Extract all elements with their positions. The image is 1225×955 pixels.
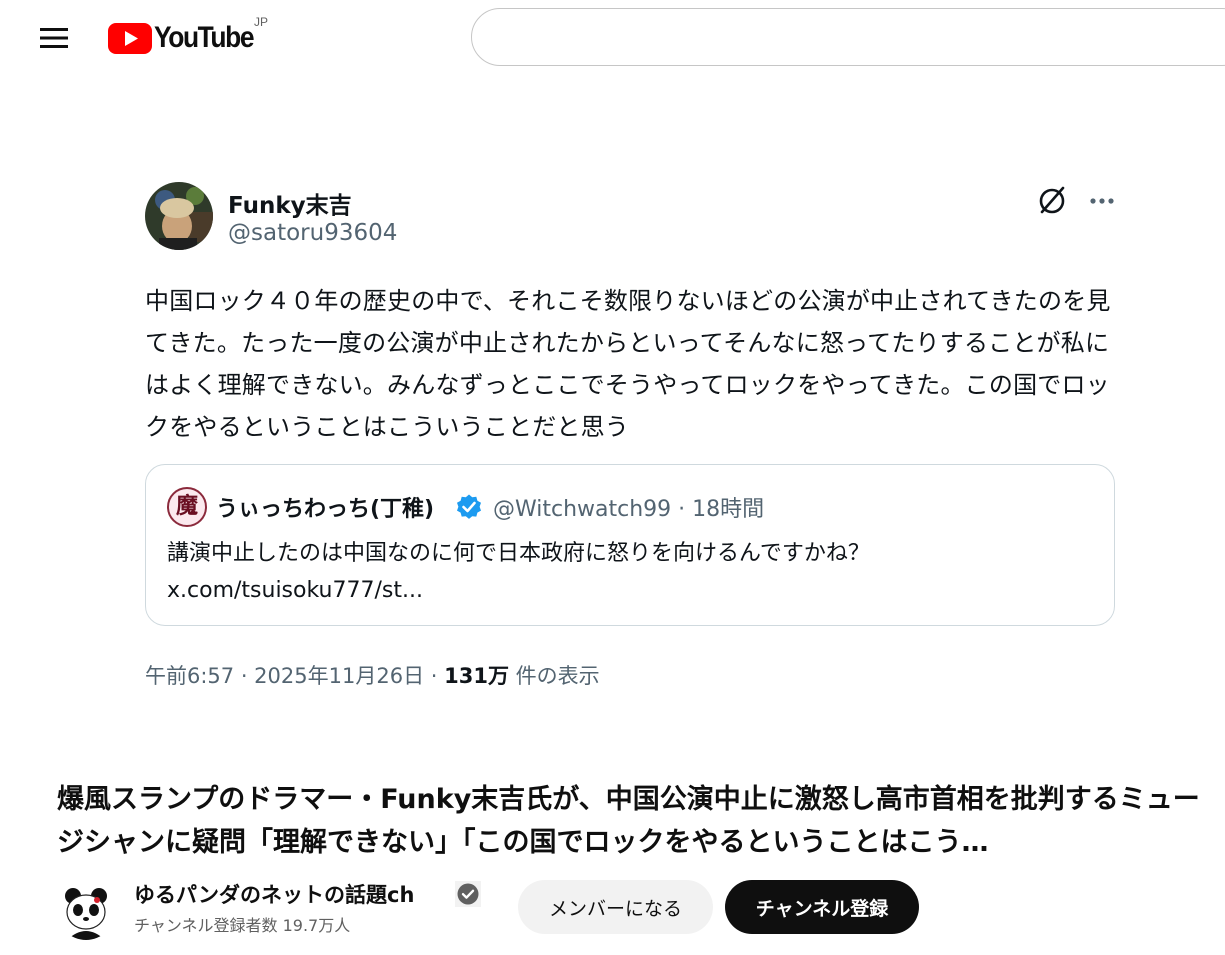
channel-name[interactable]: ゆるパンダのネットの話題ch [134, 879, 414, 909]
tweet-text: 中国ロック４０年の歴史の中で、それこそ数限りないほどの公演が中止されてきたのを見… [145, 287, 1111, 441]
tweet-view-label: 件の表示 [515, 664, 600, 688]
channel-avatar[interactable] [57, 882, 115, 940]
tweet-author-name: Funky末吉 [228, 193, 352, 219]
hamburger-menu-icon[interactable] [28, 18, 80, 58]
quoted-avatar-char: 魔 [175, 494, 198, 519]
grok-icon [1039, 186, 1065, 214]
tweet-view-count: 131万 [444, 664, 509, 688]
video-title: 爆風スランプのドラマー・Funky末吉氏が、中国公演中止に激怒し高市首相を批判す… [57, 784, 1200, 858]
quoted-tweet-link: x.com/tsuisoku777/st... [167, 578, 423, 603]
tweet-meta: 午前6:57 · 2025年11月26日 · 131万 件の表示 [145, 660, 600, 690]
logo-region: JP [254, 15, 269, 29]
quoted-tweet-text: 講演中止したのは中国なのに何で日本政府に怒りを向けるんですかね？ [167, 541, 870, 566]
quoted-author-handle-time: @Witchwatch99 · 18時間 [493, 497, 765, 522]
youtube-play-icon [108, 22, 152, 54]
logo-text: YouTube [154, 21, 255, 54]
join-membership-button[interactable]: メンバーになる [518, 880, 713, 934]
tweet-author-avatar [145, 182, 213, 250]
quoted-tweet: 魔 うぃっちわっち(丁稚) @Witchwatch99 · 18時間 講演中止し… [145, 464, 1115, 626]
quoted-author-avatar: 魔 [167, 487, 207, 527]
more-options-icon [1090, 198, 1114, 204]
tweet-author-handle: @satoru93604 [228, 220, 398, 246]
quoted-tweet-text-block: 講演中止したのは中国なのに何で日本政府に怒りを向けるんですかね？ x.com/t… [167, 535, 870, 609]
search-input[interactable] [494, 21, 1194, 53]
tweet-time-date: 午前6:57 · 2025年11月26日 · [145, 664, 445, 688]
verified-check-icon [455, 881, 481, 907]
youtube-logo[interactable]: YouTube [108, 21, 267, 55]
quoted-author-name: うぃっちわっち(丁稚) [216, 497, 435, 522]
verified-badge-icon [457, 494, 481, 519]
subscriber-count: チャンネル登録者数 19.7万人 [134, 916, 351, 935]
search-bar[interactable] [471, 8, 1225, 66]
subscribe-button[interactable]: チャンネル登録 [725, 880, 919, 934]
